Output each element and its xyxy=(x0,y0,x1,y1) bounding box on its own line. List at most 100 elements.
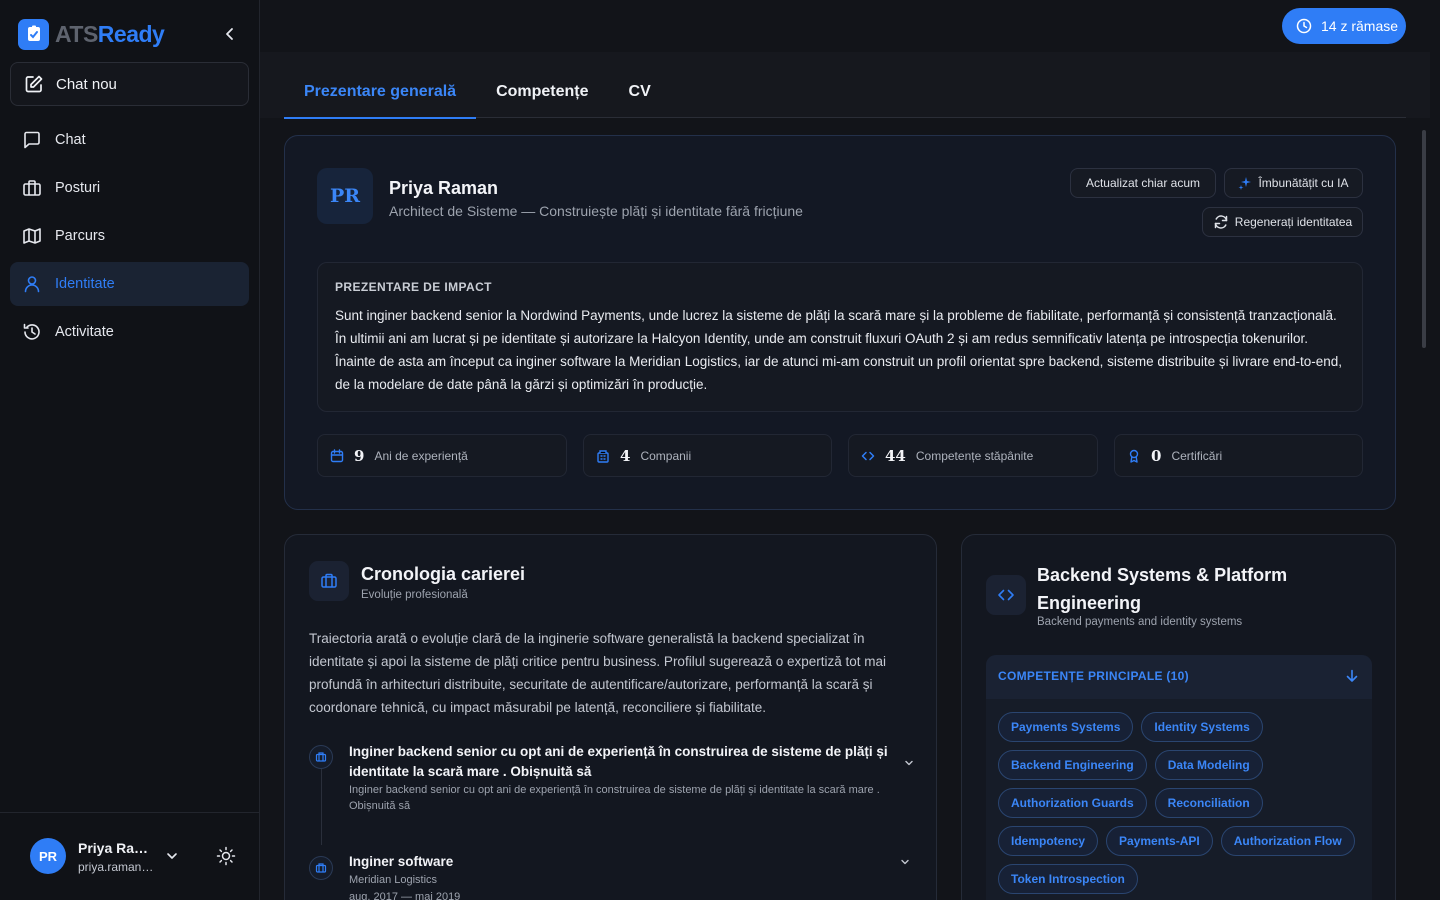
stat-certifications: 0 Certificări xyxy=(1114,434,1363,477)
career-timeline-card: Cronologia carierei Evoluție profesional… xyxy=(284,534,937,900)
user-icon xyxy=(24,276,40,293)
timeline-entry-title[interactable]: Inginer backend senior cu opt ani de exp… xyxy=(349,742,899,782)
sidebar-item-label: Posturi xyxy=(55,180,101,196)
timeline-line xyxy=(321,763,322,845)
sidebar-item-posturi[interactable]: Posturi xyxy=(10,166,249,210)
code-icon xyxy=(998,589,1014,601)
sun-icon[interactable] xyxy=(216,846,236,866)
brand-name: ATSReady xyxy=(55,20,165,47)
history-icon xyxy=(23,323,40,340)
chevron-down-icon[interactable] xyxy=(899,856,911,868)
sparkles-icon xyxy=(1238,177,1252,190)
impact-title: PREZENTARE DE IMPACT xyxy=(335,280,492,294)
stat-value: 4 xyxy=(620,446,631,465)
timeline-node xyxy=(309,745,333,769)
core-skills-label: COMPETENȚE PRINCIPALE (10) xyxy=(998,669,1189,683)
stat-label: Companii xyxy=(640,448,692,463)
briefcase-icon xyxy=(315,752,327,762)
sidebar-item-parcurs[interactable]: Parcurs xyxy=(10,214,249,258)
briefcase-icon-box xyxy=(309,561,349,601)
skill-chip[interactable]: Authorization Guards xyxy=(998,788,1147,818)
core-skills-panel: COMPETENȚE PRINCIPALE (10) Payments Syst… xyxy=(986,655,1372,900)
tab-overview[interactable]: Prezentare generală xyxy=(284,66,477,119)
stat-value: 0 xyxy=(1151,446,1162,465)
skill-chip[interactable]: Payments Systems xyxy=(998,712,1134,742)
timeline-entry-subtitle: Inginer backend senior cu opt ani de exp… xyxy=(349,784,880,812)
skill-chip[interactable]: Token Introspection xyxy=(998,864,1138,894)
career-subtitle: Evoluție profesională xyxy=(361,589,468,601)
user-menu[interactable]: PR Priya Ram... priya.raman@... xyxy=(0,812,259,900)
chevron-down-icon[interactable] xyxy=(165,849,179,863)
skills-card: Backend Systems & Platform Engineering B… xyxy=(961,534,1396,900)
briefcase-icon xyxy=(315,863,327,873)
impact-text: Sunt inginer backend senior la Nordwind … xyxy=(335,308,1342,392)
new-chat-button[interactable]: Chat nou xyxy=(10,62,249,106)
briefcase-icon xyxy=(321,573,337,588)
sidebar-item-label: Identitate xyxy=(55,276,115,292)
avatar: PR xyxy=(30,838,66,874)
profile-name: Priya Raman xyxy=(389,178,499,198)
clock-icon xyxy=(1296,18,1312,34)
skill-chip[interactable]: Data Modeling xyxy=(1154,750,1263,780)
arrow-down-icon xyxy=(1346,669,1358,682)
chevron-down-icon[interactable] xyxy=(903,757,915,769)
timeline-entry-title[interactable]: Inginer software xyxy=(349,852,899,872)
timeline-entry-company: Meridian Logistics xyxy=(349,874,438,886)
skill-chip[interactable]: Backend Engineering xyxy=(998,750,1147,780)
scrollbar[interactable] xyxy=(1418,120,1430,900)
stat-years: 9 Ani de experiență xyxy=(317,434,567,477)
sidebar-item-label: Chat xyxy=(55,132,86,148)
sidebar-item-label: Activitate xyxy=(55,324,114,340)
profile-card: PR Priya Raman Architect de Sisteme — Co… xyxy=(284,135,1396,510)
profile-headline: Architect de Sisteme — Construiește plăț… xyxy=(389,203,803,219)
regenerate-label: Regenerați identitatea xyxy=(1234,215,1353,229)
improve-with-ai-button[interactable]: Îmbunătățit cu IA xyxy=(1224,168,1363,198)
career-description: Traiectoria arată o evoluție clară de la… xyxy=(309,631,887,715)
regenerate-identity-button[interactable]: Regenerați identitatea xyxy=(1202,207,1363,237)
sidebar-nav: Chat Posturi Parcurs Identitate Activita… xyxy=(10,118,249,358)
skill-chip[interactable]: Identity Systems xyxy=(1141,712,1263,742)
core-skills-header[interactable]: COMPETENȚE PRINCIPALE (10) xyxy=(986,655,1372,699)
tab-skills[interactable]: Competențe xyxy=(476,66,608,118)
sidebar-item-chat[interactable]: Chat xyxy=(10,118,249,162)
sidebar-item-label: Parcurs xyxy=(55,228,105,244)
award-icon xyxy=(1129,449,1139,463)
skill-chips: Payments Systems Identity Systems Backen… xyxy=(998,712,1360,894)
scrollbar-thumb[interactable] xyxy=(1422,130,1426,348)
tab-cv[interactable]: CV xyxy=(609,66,671,118)
career-title: Cronologia carierei xyxy=(361,564,526,584)
refresh-icon xyxy=(1214,215,1228,229)
chevron-left-icon xyxy=(226,28,233,40)
user-name: Priya Ram... xyxy=(78,840,158,856)
stat-companies: 4 Companii xyxy=(583,434,832,477)
code-icon xyxy=(861,451,875,460)
new-chat-label: Chat nou xyxy=(56,75,117,93)
stat-label: Ani de experiență xyxy=(374,448,468,463)
stat-label: Certificări xyxy=(1171,448,1223,463)
skill-chip[interactable]: Payments-API xyxy=(1106,826,1213,856)
sidebar-item-activitate[interactable]: Activitate xyxy=(10,310,249,354)
sidebar: ATSReady Chat nou Chat Posturi Parcurs I… xyxy=(0,0,260,900)
map-icon xyxy=(23,228,41,244)
timeline-node xyxy=(309,856,333,880)
trial-days-badge[interactable]: 14 z rămase xyxy=(1282,8,1406,44)
stat-label: Competențe stăpânite xyxy=(915,448,1034,463)
collapse-sidebar-button[interactable] xyxy=(218,22,242,46)
impact-summary: PREZENTARE DE IMPACT Sunt inginer backen… xyxy=(317,262,1363,412)
skill-chip[interactable]: Reconciliation xyxy=(1154,788,1263,818)
edit-icon xyxy=(25,75,43,93)
brand-logo[interactable]: ATSReady xyxy=(18,18,242,50)
stat-value: 44 xyxy=(885,446,906,465)
sidebar-item-identitate[interactable]: Identitate xyxy=(10,262,249,306)
improve-label: Îmbunătățit cu IA xyxy=(1258,176,1349,190)
tab-bar: Prezentare generală Competențe CV xyxy=(284,66,1406,119)
stat-value: 9 xyxy=(354,446,365,465)
skills-subtitle: Backend payments and identity systems xyxy=(1037,616,1243,628)
chat-icon xyxy=(24,131,40,149)
timeline-entry-dates: aug. 2017 — mai 2019 xyxy=(349,891,461,900)
profile-avatar: PR xyxy=(317,168,373,224)
skill-chip[interactable]: Idempotency xyxy=(998,826,1099,856)
trial-days-label: 14 z rămase xyxy=(1321,18,1399,34)
updated-status-badge: Actualizat chiar acum xyxy=(1070,168,1216,198)
skill-chip[interactable]: Authorization Flow xyxy=(1220,826,1355,856)
